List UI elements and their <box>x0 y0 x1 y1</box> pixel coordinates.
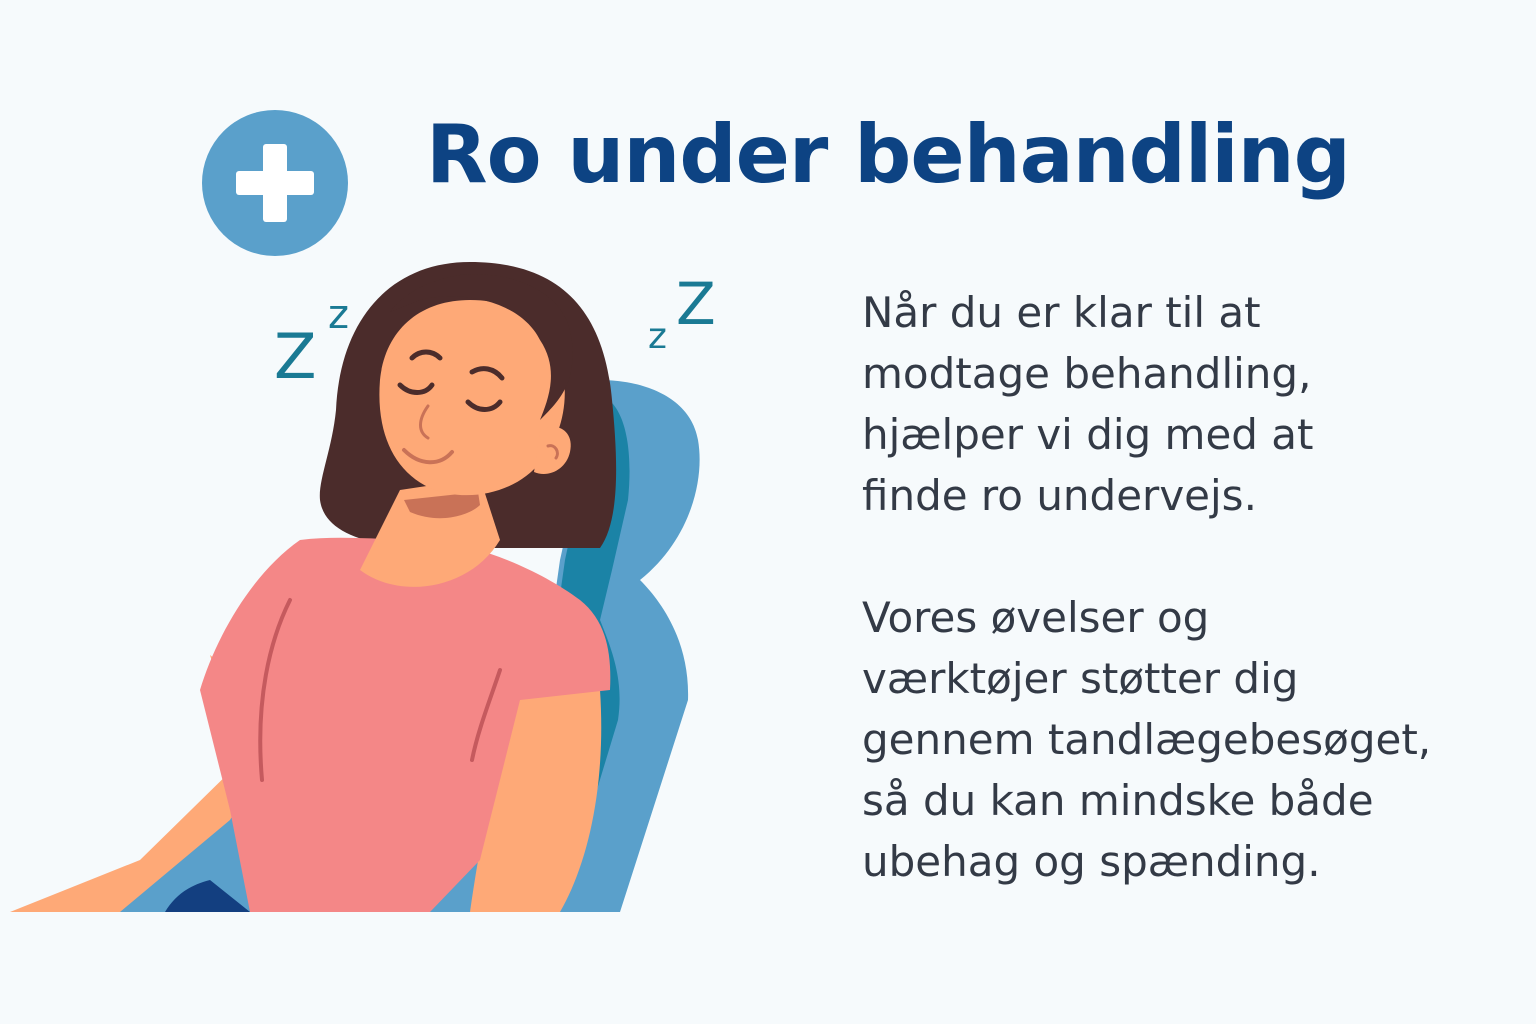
paragraph-line: finde ro undervejs. <box>862 471 1257 520</box>
page-title: Ro under behandling <box>426 108 1351 201</box>
paragraph-intro: Når du er klar til at modtage behandling… <box>862 282 1502 526</box>
description: Når du er klar til at modtage behandling… <box>862 282 1502 892</box>
medical-cross-icon <box>202 110 348 256</box>
paragraph-line: modtage behandling, <box>862 349 1312 398</box>
sleep-mark-left-large: Z <box>274 320 316 393</box>
paragraph-line: hjælper vi dig med at <box>862 410 1314 459</box>
paragraph-line: så du kan mindske både <box>862 776 1374 825</box>
sleep-mark-left-small: z <box>328 292 349 338</box>
paragraph-line: ubehag og spænding. <box>862 837 1321 886</box>
cross-horizontal-bar <box>236 171 314 195</box>
relaxed-patient-illustration: Z z z Z <box>10 262 716 912</box>
paragraph-support: Vores øvelser og værktøjer støtter dig g… <box>862 587 1502 892</box>
paragraph-line: værktøjer støtter dig <box>862 654 1299 703</box>
paragraph-line: Vores øvelser og <box>862 593 1210 642</box>
sleep-mark-right-small: z <box>648 316 667 357</box>
paragraph-line: gennem tandlægebesøget, <box>862 715 1432 764</box>
sleep-mark-right-large: Z <box>676 270 716 338</box>
paragraph-line: Når du er klar til at <box>862 288 1261 337</box>
